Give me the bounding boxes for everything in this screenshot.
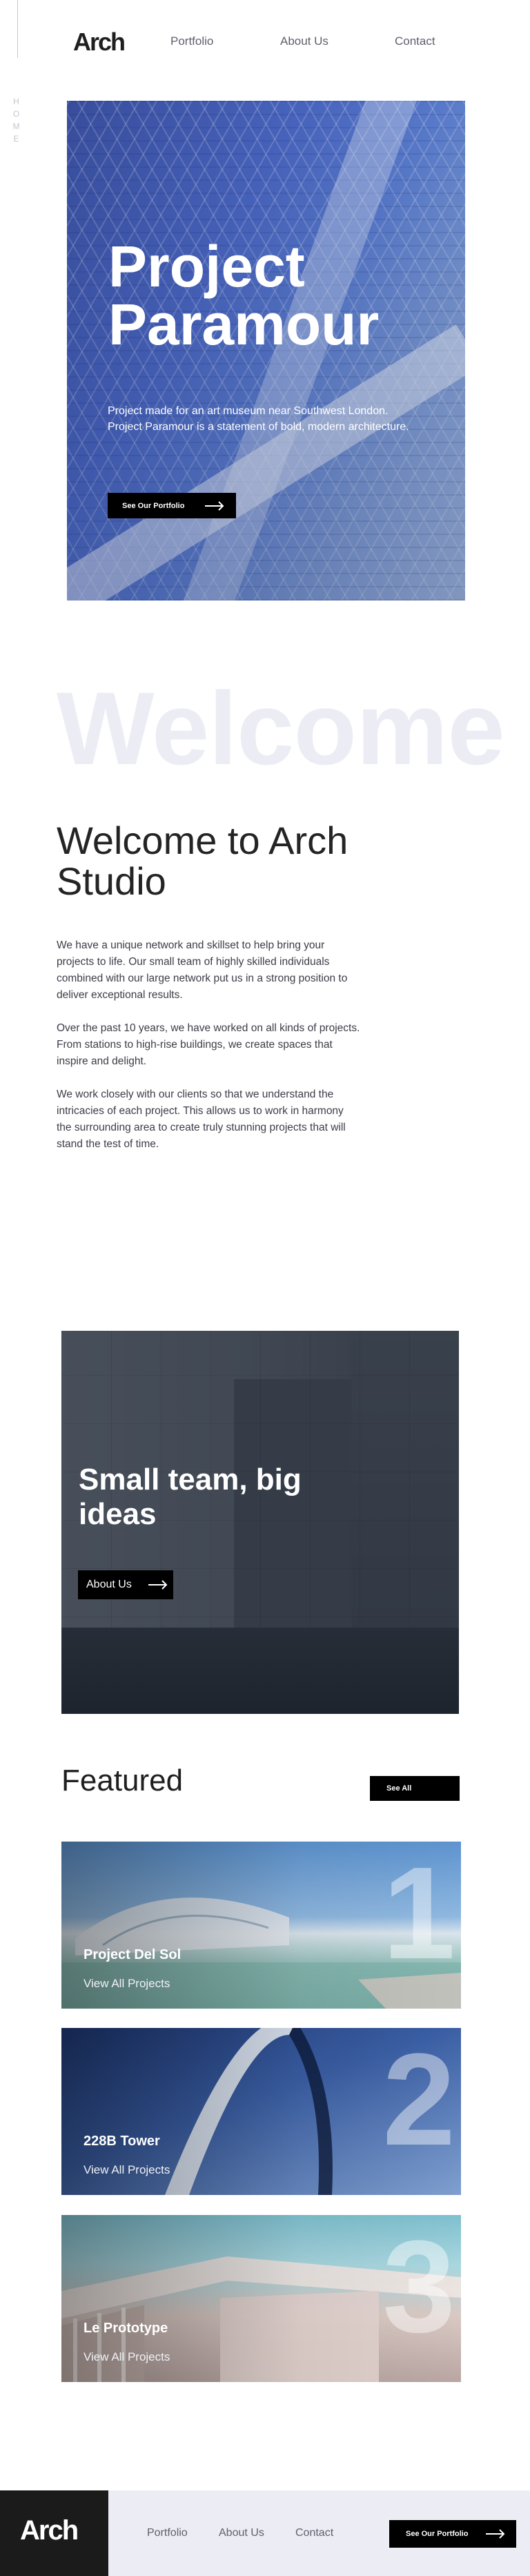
featured-title: Featured xyxy=(61,1764,184,1797)
project-card-del-sol[interactable]: 1 Project Del Sol View All Projects xyxy=(61,1842,461,2009)
footer-see-portfolio-label: See Our Portfolio xyxy=(406,2530,469,2538)
welcome-title: Welcome to Arch Studio xyxy=(57,819,349,903)
about-us-label: About Us xyxy=(86,1579,132,1590)
project-name: 228B Tower xyxy=(84,2134,160,2149)
project-card-le-prototype[interactable]: 3 Le Prototype View All Projects xyxy=(61,2215,461,2382)
project-number: 2 xyxy=(382,2028,455,2173)
nav-contact[interactable]: Contact xyxy=(395,35,435,48)
nav-portfolio[interactable]: Portfolio xyxy=(170,35,213,48)
see-portfolio-label: See Our Portfolio xyxy=(122,501,185,510)
view-all-projects-link[interactable]: View All Projects xyxy=(84,1977,170,1991)
project-name: Le Prototype xyxy=(84,2321,168,2336)
site-header: Arch Portfolio About Us Contact xyxy=(0,0,530,83)
team-title: Small team, big ideas xyxy=(79,1463,302,1531)
hero-banner: Project Paramour Project made for an art… xyxy=(67,101,465,601)
logo[interactable]: Arch xyxy=(73,28,126,57)
footer-nav-about-us[interactable]: About Us xyxy=(219,2527,264,2539)
welcome-paragraph: We have a unique network and skillset to… xyxy=(57,939,348,1001)
view-all-projects-link[interactable]: View All Projects xyxy=(84,2350,170,2364)
arrow-right-icon xyxy=(205,501,224,511)
footer-logo-box: Arch xyxy=(0,2490,108,2576)
project-number: 1 xyxy=(382,1842,455,1987)
about-us-button[interactable]: About Us xyxy=(78,1570,173,1599)
arrow-right-icon xyxy=(148,1580,168,1590)
welcome-background-word: Welcome xyxy=(57,670,505,786)
footer-see-portfolio-button[interactable]: See Our Portfolio xyxy=(389,2520,516,2548)
project-card-228b-tower[interactable]: 2 228B Tower View All Projects xyxy=(61,2028,461,2195)
hero-description: Project made for an art museum near Sout… xyxy=(108,405,409,433)
hero-title: Project Paramour xyxy=(108,234,380,357)
nav-about-us[interactable]: About Us xyxy=(280,35,328,48)
welcome-text: We have a unique network and skillset to… xyxy=(57,937,360,1169)
project-number: 3 xyxy=(382,2215,455,2360)
arrow-right-icon xyxy=(486,2529,505,2539)
footer-nav-portfolio[interactable]: Portfolio xyxy=(147,2527,188,2539)
side-rail-line xyxy=(17,0,18,58)
footer-nav-contact[interactable]: Contact xyxy=(295,2527,333,2539)
footer-logo[interactable]: Arch xyxy=(20,2515,79,2546)
project-name: Project Del Sol xyxy=(84,1947,181,1962)
see-portfolio-button[interactable]: See Our Portfolio xyxy=(108,493,236,518)
welcome-paragraph: We work closely with our clients so that… xyxy=(57,1089,346,1150)
see-all-button[interactable]: See All xyxy=(370,1776,460,1801)
see-all-label: See All xyxy=(386,1784,412,1793)
side-page-label: HOME xyxy=(12,97,22,144)
view-all-projects-link[interactable]: View All Projects xyxy=(84,2163,170,2177)
welcome-paragraph: Over the past 10 years, we have worked o… xyxy=(57,1022,360,1067)
small-team-banner: Small team, big ideas About Us xyxy=(61,1331,459,1714)
